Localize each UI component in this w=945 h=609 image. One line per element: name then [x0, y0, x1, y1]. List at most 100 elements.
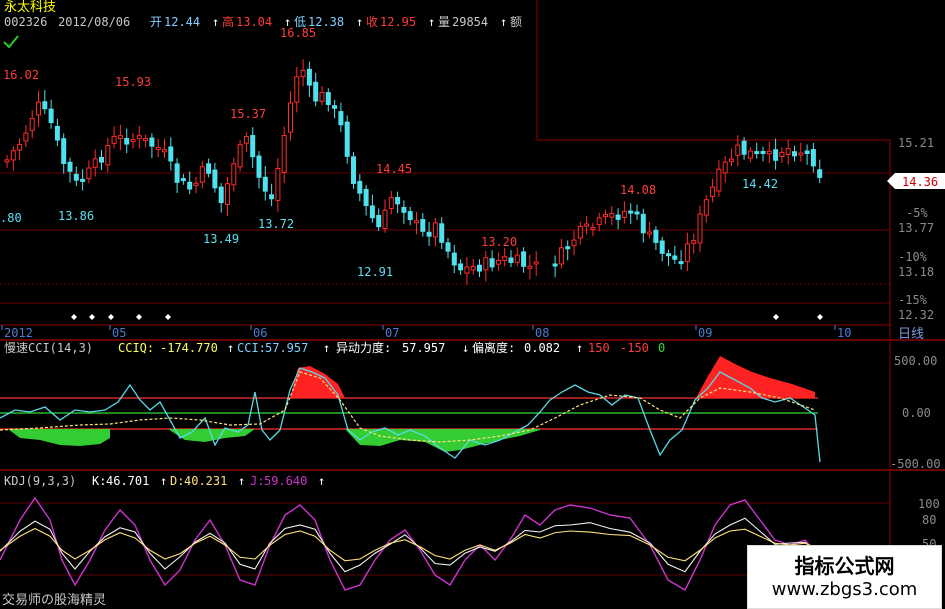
candle-body	[187, 181, 193, 190]
candle-body	[495, 259, 501, 265]
candle-body	[168, 146, 174, 162]
arrow-up-icon: ↑	[356, 15, 363, 29]
candle-body	[754, 151, 760, 155]
candle-body	[514, 254, 520, 263]
candle-body	[432, 222, 438, 238]
candle-body	[300, 69, 306, 77]
month-09: 09	[698, 326, 712, 340]
candle-body	[489, 258, 495, 268]
candle-body	[36, 101, 41, 116]
price-annot-13.86: 13.86	[58, 209, 94, 223]
candle-body	[10, 150, 16, 161]
arrow-up-icon: ↑	[323, 341, 330, 355]
candle-body	[603, 214, 608, 218]
candle-body	[584, 223, 590, 227]
candle-body	[288, 102, 293, 133]
period-label[interactable]: 日线	[898, 327, 924, 342]
candle-body	[552, 263, 558, 267]
price-annot-14.08: 14.08	[620, 183, 656, 197]
arrow-up-icon: ↑	[238, 474, 245, 488]
watermark-url: www.zbgs3.com	[771, 579, 918, 600]
candle-body	[325, 92, 331, 105]
candle-body	[634, 211, 640, 215]
candle-body	[92, 158, 98, 168]
high-value: 13.04	[236, 15, 272, 29]
candle-body	[464, 266, 470, 274]
price-annot-13.20: 13.20	[481, 235, 517, 249]
candle-body	[332, 105, 338, 109]
candle-body	[281, 135, 287, 173]
footer-caption: 交易师の股海精灵	[2, 592, 106, 608]
candle-body	[206, 163, 212, 174]
candlestick-series	[4, 59, 823, 285]
candle-body	[143, 138, 149, 142]
cci-header: 慢速CCI(14,3) CCIQ: -174.770 ↑ CCI: 57.957…	[4, 340, 665, 355]
candle-body	[199, 166, 205, 183]
cciq-value: -174.770	[160, 341, 218, 355]
price-annot-16.02: 16.02	[3, 68, 39, 82]
candle-body	[533, 261, 539, 265]
checkmark-icon	[3, 35, 19, 49]
stock-code: 002326	[4, 15, 47, 29]
price-right-axis: 15.21 -5% 13.77 -10% 13.18 -15% 12.32	[898, 136, 934, 322]
candle-body	[558, 247, 564, 265]
watermark-title: 指标公式网	[794, 554, 895, 578]
candle-body	[716, 168, 722, 192]
kdj-axis-80: 80	[922, 513, 936, 527]
candle-body	[729, 158, 734, 162]
candle-body	[395, 196, 401, 205]
cci-axis-0: 0.00	[902, 406, 931, 420]
cci-value: 57.957	[265, 341, 308, 355]
low-value: 12.38	[308, 15, 344, 29]
candle-body	[73, 173, 79, 181]
zero-band: 0	[658, 341, 665, 355]
candle-body	[666, 253, 671, 257]
kdj-d-line	[0, 527, 819, 562]
candle-body	[250, 135, 256, 158]
stock-chart-canvas[interactable]: 16.02 15.93 15.37 16.85 14.45 13.20 14.0…	[0, 0, 945, 609]
candle-body	[256, 155, 262, 178]
candle-body	[262, 176, 268, 192]
month-07: 07	[385, 326, 399, 340]
candle-body	[61, 138, 67, 164]
cci-red-fill	[290, 356, 815, 398]
candle-body	[571, 239, 577, 247]
candle-body	[338, 111, 344, 126]
candle-body	[804, 150, 810, 155]
candle-body	[703, 199, 709, 216]
candle-body	[54, 125, 60, 141]
arrow-up-icon: ↑	[576, 341, 583, 355]
candle-body	[231, 163, 237, 186]
month-05: 05	[112, 326, 126, 340]
candle-body	[388, 197, 394, 209]
candle-body	[628, 210, 634, 214]
month-08: 08	[535, 326, 549, 340]
price-annot-12.91: 12.91	[357, 265, 393, 279]
candle-body	[483, 257, 489, 271]
candle-body	[294, 76, 300, 103]
candle-body	[306, 68, 312, 86]
arrow-up-icon: ↑	[284, 15, 291, 29]
candle-body	[269, 194, 275, 200]
candle-body	[521, 251, 527, 267]
close-value: 12.95	[380, 15, 416, 29]
candle-body	[502, 256, 508, 262]
price-annot-13.49: 13.49	[203, 232, 239, 246]
price-annot-left: .80	[0, 211, 22, 225]
arrow-up-icon: ↑	[318, 474, 325, 488]
candle-body	[180, 178, 186, 182]
arrow-up-icon: ↑	[500, 15, 507, 29]
candle-body	[621, 211, 627, 218]
price-annot-15.93: 15.93	[115, 75, 151, 89]
candle-body	[117, 135, 123, 140]
arrow-up-icon: ↑	[227, 341, 234, 355]
candle-body	[785, 148, 791, 155]
cci-axis: 500.00 0.00 -500.00	[890, 354, 941, 471]
upper-band: 150	[588, 341, 610, 355]
price-annot-14.45: 14.45	[376, 162, 412, 176]
candle-body	[439, 223, 445, 243]
d-value: 40.231	[184, 474, 227, 488]
candle-body	[193, 182, 199, 186]
candle-body	[414, 220, 419, 224]
candle-body	[80, 178, 86, 182]
